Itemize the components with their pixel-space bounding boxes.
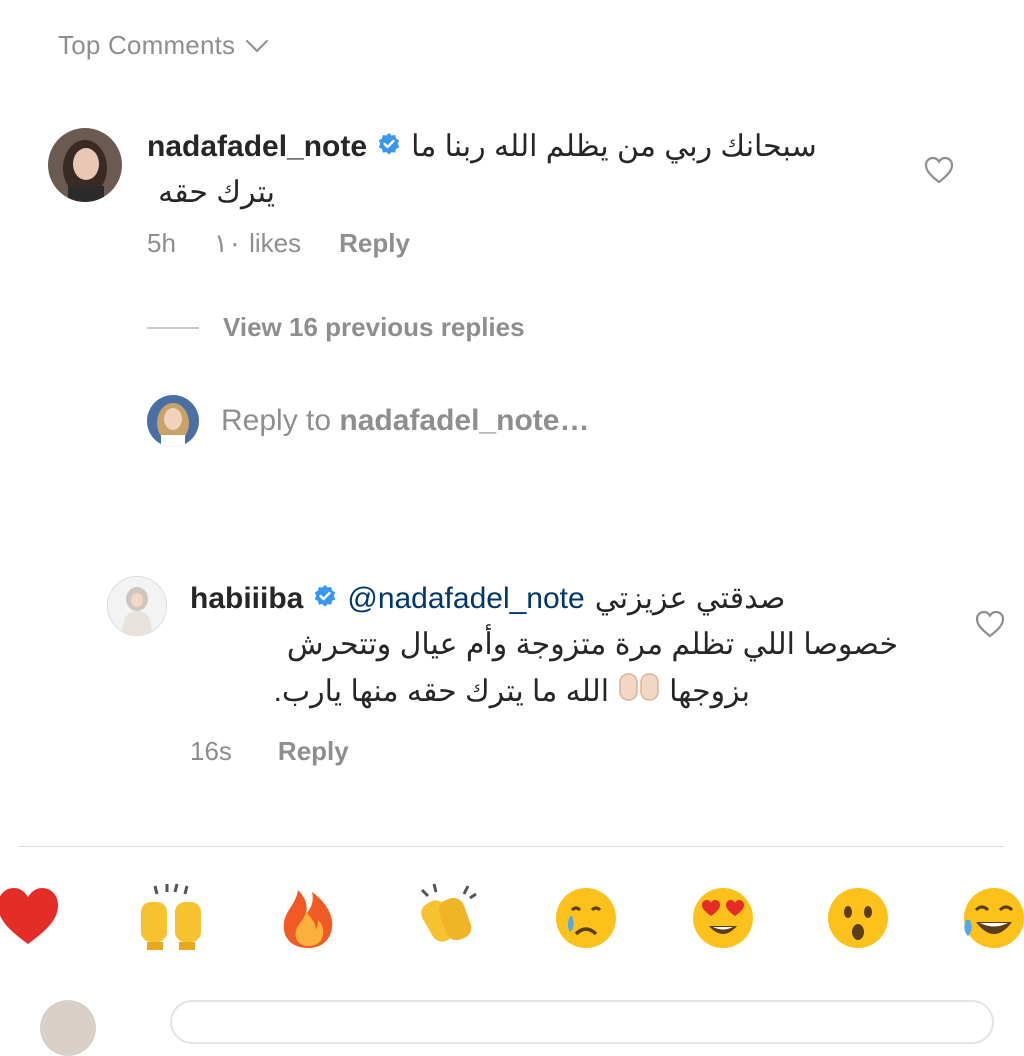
clapping-hands-emoji-icon[interactable]	[412, 880, 484, 952]
divider	[18, 846, 1004, 847]
current-user-avatar	[147, 395, 199, 447]
reply-to-input[interactable]: Reply to nadafadel_note…	[147, 395, 589, 447]
crying-face-emoji-icon[interactable]	[550, 880, 622, 952]
comment-text-line: الله ما يترك حقه منها يارب.	[273, 675, 610, 708]
reply-button[interactable]: Reply	[339, 228, 410, 259]
comment-username[interactable]: nadafadel_note	[147, 124, 367, 170]
comment-text-line: صدقتي عزيزتي	[594, 582, 786, 615]
comment-username[interactable]: habiiiba	[190, 576, 303, 622]
avatar[interactable]	[107, 576, 167, 636]
comment-text-line: خصوصا اللي تظلم مرة متزوجة وأم عيال وتتح…	[286, 628, 898, 661]
comment-timestamp: 16s	[190, 736, 232, 766]
red-heart-emoji-icon[interactable]	[0, 880, 64, 952]
laughing-tears-emoji-icon[interactable]	[958, 880, 1024, 952]
top-comments-header[interactable]: Top Comments	[58, 28, 269, 62]
view-previous-replies-button[interactable]: View 16 previous replies	[147, 312, 525, 343]
emoji-quick-reactions-bar	[0, 880, 1024, 960]
composer-avatar	[40, 1000, 96, 1056]
reply-to-prefix: Reply to	[221, 404, 340, 437]
comment-composer-input[interactable]	[170, 1000, 994, 1044]
comment-timestamp: 5h	[147, 228, 176, 258]
comment-text-line: سبحانك ربي من يظلم الله ربنا ما	[411, 130, 817, 163]
verified-badge-icon	[377, 124, 401, 170]
chevron-down-icon[interactable]	[245, 29, 269, 53]
astonished-face-emoji-icon[interactable]	[822, 880, 894, 952]
reply-button[interactable]: Reply	[278, 736, 349, 767]
mention-link[interactable]: @nadafadel_note	[347, 576, 584, 622]
divider-line	[147, 326, 199, 329]
verified-badge-icon	[313, 576, 337, 622]
raising-hands-emoji-icon[interactable]	[135, 880, 207, 952]
comment-text-line: بزوجها	[669, 675, 750, 708]
avatar[interactable]	[48, 128, 122, 202]
top-comments-label: Top Comments	[58, 29, 236, 60]
like-heart-icon[interactable]	[975, 610, 1005, 638]
view-replies-label: View 16 previous replies	[223, 312, 525, 342]
like-heart-icon[interactable]	[924, 156, 954, 184]
comment-text-line: يترك حقه	[158, 176, 275, 209]
reply-to-username: nadafadel_note…	[339, 404, 590, 437]
fire-emoji-icon[interactable]	[272, 880, 344, 952]
hands-together-icon	[617, 668, 661, 716]
heart-eyes-emoji-icon[interactable]	[687, 880, 759, 952]
comment-likes-count[interactable]: ١٠ likes	[214, 228, 301, 259]
